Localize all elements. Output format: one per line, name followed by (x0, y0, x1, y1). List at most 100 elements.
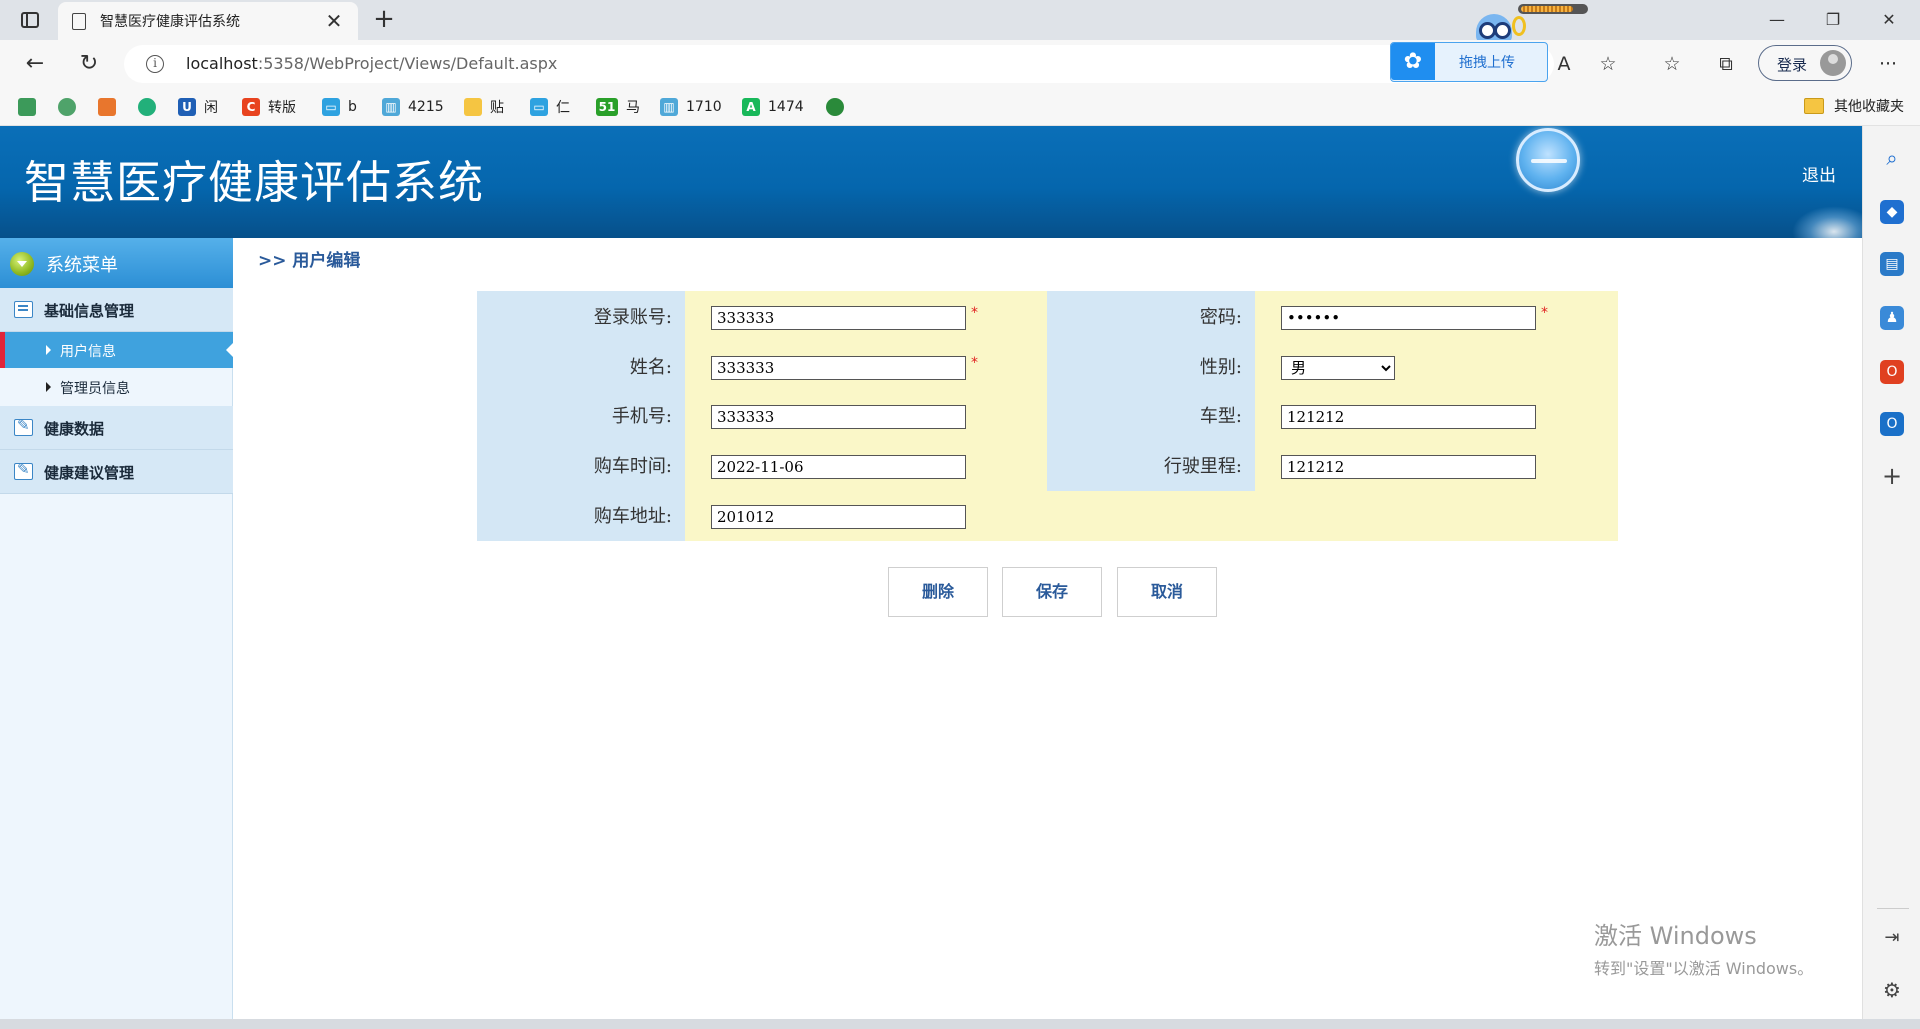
bilibili-tv-icon: ▭ (530, 98, 548, 116)
settings-gear-icon[interactable]: ⚙ (1880, 978, 1904, 1002)
add-icon[interactable]: + (1880, 464, 1904, 488)
window-close-icon[interactable]: ✕ (1866, 6, 1912, 34)
bookmark-app-2[interactable] (58, 96, 84, 118)
required-mark: * (971, 355, 978, 371)
phone-label: 手机号: (611, 406, 672, 427)
shopping-tag-icon[interactable]: ◆ (1880, 200, 1904, 224)
menu-item-user-info[interactable]: 用户信息 (0, 332, 234, 368)
login-label: 登录 (1777, 56, 1808, 74)
games-icon[interactable]: ♟ (1880, 306, 1904, 330)
menu-title: 系统菜单 (46, 255, 118, 276)
cloud-icon: ✿ (1391, 43, 1435, 80)
profile-login-button[interactable]: 登录 (1758, 45, 1852, 81)
menu-item-admin-info[interactable]: 管理员信息 (0, 369, 233, 405)
password-label: 密码: (1199, 307, 1242, 328)
refresh-icon[interactable]: ↻ (72, 48, 106, 80)
minimize-icon[interactable]: — (1754, 6, 1800, 34)
other-favorites-folder[interactable]: 其他收藏夹 (1804, 96, 1904, 116)
bookmark-app-3[interactable] (98, 96, 124, 118)
bookmark-ma[interactable]: 51 马 (596, 96, 640, 118)
search-icon[interactable]: ⌕ (1880, 146, 1904, 170)
hide-sidebar-icon[interactable]: ⇥ (1880, 926, 1904, 950)
51-logo-icon: 51 (596, 98, 618, 116)
save-button[interactable]: 保存 (1002, 567, 1102, 617)
drag-upload-button[interactable]: ✿ 拖拽上传 (1390, 42, 1548, 82)
back-icon[interactable]: ← (18, 48, 52, 80)
required-mark: * (1541, 305, 1548, 321)
read-aloud-icon[interactable]: A (1548, 50, 1580, 78)
browser-tab[interactable]: 智慧医疗健康评估系统 ✕ (58, 2, 358, 40)
name-input[interactable] (711, 356, 966, 380)
delete-button[interactable]: 删除 (888, 567, 988, 617)
bookmark-app-4[interactable] (138, 96, 164, 118)
bookmark-1710[interactable]: ▥ 1710 (660, 96, 722, 118)
edge-sidebar: ⌕ ◆ ▤ ♟ O O + ⇥ ⚙ (1862, 126, 1920, 1019)
more-menu-icon[interactable]: ··· (1872, 50, 1904, 78)
menu-group-label: 健康建议管理 (44, 464, 135, 482)
bookmark-4215[interactable]: ▥ 4215 (382, 96, 444, 118)
bilibili-tv-icon: ▭ (322, 98, 340, 116)
shield-green-icon (826, 98, 844, 116)
logout-link[interactable]: 退出 (1802, 161, 1836, 186)
address-toolbar: ← ↻ i localhost:5358/WebProject/Views/De… (0, 40, 1920, 88)
bookmark-1474[interactable]: A 1474 (742, 96, 804, 118)
bookmark-label: 马 (626, 100, 640, 116)
bookmark-label: b (348, 99, 357, 115)
grid-app-icon (18, 98, 36, 116)
site-info-icon[interactable]: i (146, 55, 164, 73)
bookmark-ren[interactable]: ▭ 仁 (530, 96, 570, 118)
menu-group-basic-info[interactable]: 基础信息管理 (0, 288, 233, 332)
gender-label: 性别: (1199, 357, 1242, 378)
menu-group-health-data[interactable]: 健康数据 (0, 406, 233, 450)
tab-close-icon[interactable]: ✕ (324, 9, 344, 33)
book-icon: ▥ (660, 98, 678, 116)
url-text[interactable]: localhost:5358/WebProject/Views/Default.… (186, 54, 557, 73)
url-host: localhost (186, 54, 258, 73)
mileage-input[interactable] (1281, 455, 1536, 479)
menu-group-health-advice[interactable]: 健康建议管理 (0, 450, 233, 494)
activation-title: 激活 Windows (1594, 922, 1757, 950)
menu-group-label: 基础信息管理 (44, 302, 135, 320)
tab-actions-icon[interactable] (14, 8, 46, 32)
favorites-icon[interactable]: ☆ (1656, 50, 1688, 78)
name-label: 姓名: (629, 357, 672, 378)
gear-green-icon (58, 98, 76, 116)
bookmark-label: 贴 (490, 100, 504, 116)
restore-icon[interactable]: ❐ (1810, 6, 1856, 34)
bookmark-app-1[interactable] (18, 96, 44, 118)
u-logo-icon: U (178, 98, 196, 116)
caret-right-icon (46, 382, 51, 392)
windows-activation-watermark: 激活 Windows 转到"设置"以激活 Windows。 (1594, 916, 1813, 979)
purchase-date-label: 购车时间: (593, 456, 672, 477)
office-icon[interactable]: O (1880, 360, 1904, 384)
left-menu: 系统菜单 基础信息管理 用户信息 管理员信息 健康数据 健康建议管理 (0, 238, 234, 1019)
bookmark-tie[interactable]: 贴 (464, 96, 504, 118)
cancel-button[interactable]: 取消 (1117, 567, 1217, 617)
add-favorite-icon[interactable]: ☆ (1592, 50, 1624, 78)
new-tab-button[interactable]: + (370, 6, 398, 34)
car-model-input[interactable] (1281, 405, 1536, 429)
edit-icon (14, 460, 33, 480)
password-input[interactable] (1281, 306, 1536, 330)
tools-icon[interactable]: ▤ (1880, 252, 1904, 276)
purchase-date-input[interactable] (711, 455, 966, 479)
browser-tab-strip: 智慧医疗健康评估系统 ✕ + — ❐ ✕ (0, 0, 1920, 44)
account-input[interactable] (711, 306, 966, 330)
outlook-icon[interactable]: O (1880, 412, 1904, 436)
tab-title: 智慧医疗健康评估系统 (100, 14, 240, 30)
other-favorites-label: 其他收藏夹 (1834, 99, 1904, 115)
gender-select[interactable]: 男 (1281, 356, 1395, 380)
mileage-label: 行驶里程: (1163, 456, 1242, 477)
bookmark-zhuanban[interactable]: C 转版 (242, 96, 296, 118)
bookmark-label: 闲 (204, 100, 218, 116)
phone-input[interactable] (711, 405, 966, 429)
bookmark-b[interactable]: ▭ b (322, 96, 357, 118)
address-input[interactable] (711, 505, 966, 529)
page-viewport: 智慧医疗健康评估系统 退出 系统菜单 基础信息管理 用户信息 管理员信息 健康数… (0, 126, 1862, 1019)
address-bar[interactable]: i localhost:5358/WebProject/Views/Defaul… (124, 45, 1554, 83)
collections-icon[interactable]: ⧉ (1710, 50, 1742, 78)
folder-icon (1804, 98, 1824, 114)
bookmark-xian[interactable]: U闲 (178, 96, 218, 118)
bookmark-shield[interactable] (826, 96, 852, 118)
menu-header[interactable]: 系统菜单 (0, 238, 233, 288)
